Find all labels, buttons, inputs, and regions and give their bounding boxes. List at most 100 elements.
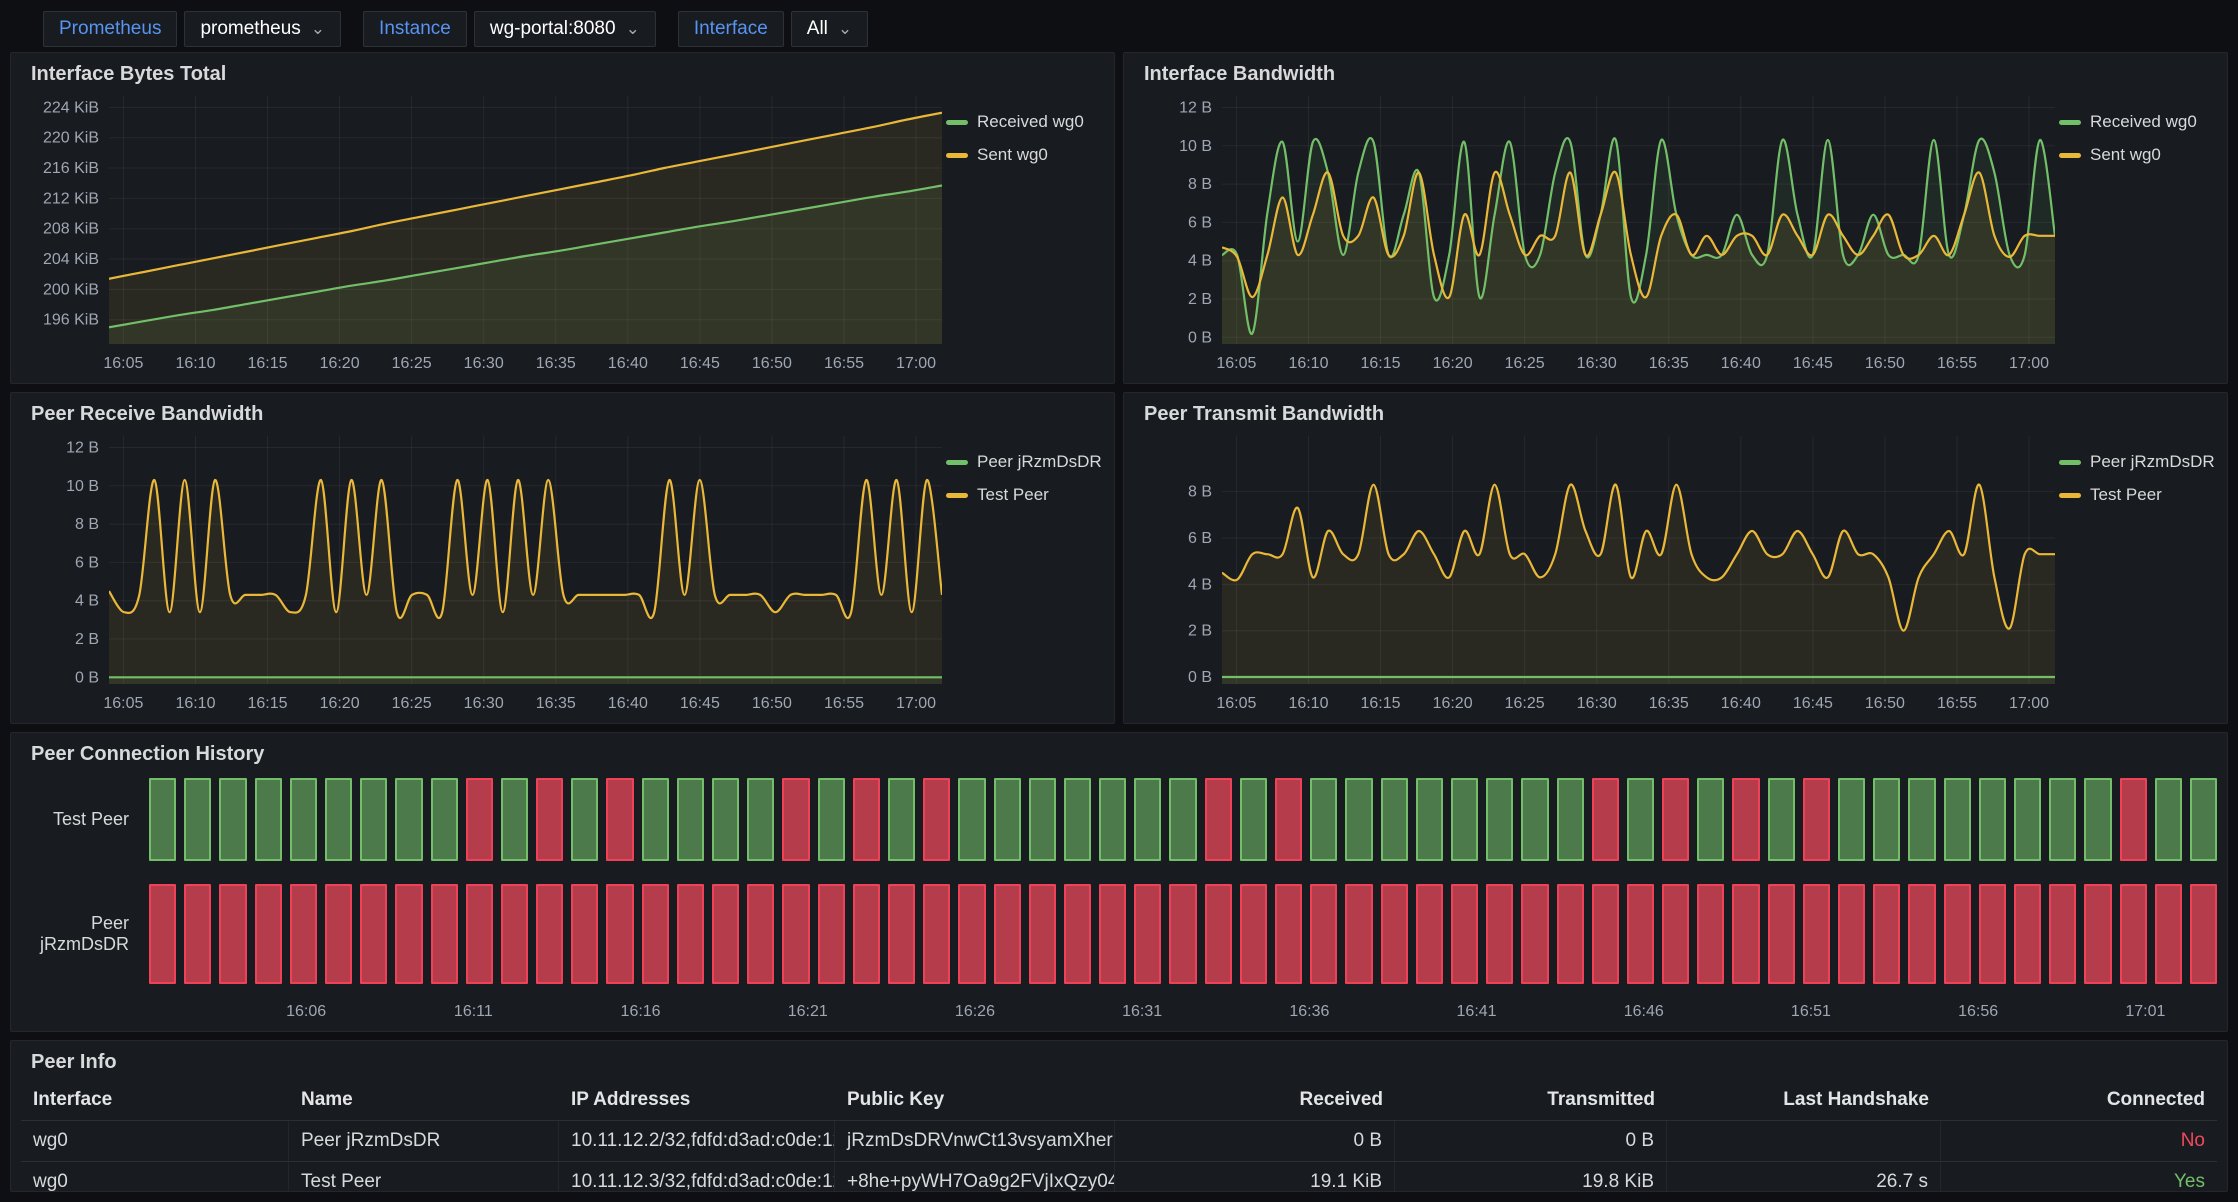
status-bar-disconnected[interactable] xyxy=(1205,884,1232,984)
status-bar-disconnected[interactable] xyxy=(1908,884,1935,984)
status-bar-connected[interactable] xyxy=(2049,778,2076,861)
legend-item-sent-wg0[interactable]: Sent wg0 xyxy=(946,145,1104,165)
legend-item-peer-jrzmdsdr[interactable]: Peer jRzmDsDR xyxy=(946,452,1104,472)
status-bar-disconnected[interactable] xyxy=(2014,884,2041,984)
status-bar-disconnected[interactable] xyxy=(1275,778,1302,861)
var-select-prometheus[interactable]: prometheus ⌄ xyxy=(184,11,341,47)
status-bar-connected[interactable] xyxy=(1697,778,1724,861)
status-bar-disconnected[interactable] xyxy=(255,884,282,984)
status-bar-connected[interactable] xyxy=(2155,778,2182,861)
legend-item-received-wg0[interactable]: Received wg0 xyxy=(946,112,1104,132)
status-bar-connected[interactable] xyxy=(290,778,317,861)
status-bar-connected[interactable] xyxy=(2014,778,2041,861)
status-bar-connected[interactable] xyxy=(501,778,528,861)
status-bar-connected[interactable] xyxy=(1873,778,1900,861)
status-bar-disconnected[interactable] xyxy=(888,884,915,984)
status-bar-connected[interactable] xyxy=(149,778,176,861)
status-bar-disconnected[interactable] xyxy=(290,884,317,984)
status-bar-disconnected[interactable] xyxy=(466,778,493,861)
status-bar-connected[interactable] xyxy=(712,778,739,861)
status-bar-disconnected[interactable] xyxy=(325,884,352,984)
status-bar-connected[interactable] xyxy=(1979,778,2006,861)
status-bar-disconnected[interactable] xyxy=(1838,884,1865,984)
status-bar-connected[interactable] xyxy=(642,778,669,861)
var-select-interface[interactable]: All ⌄ xyxy=(791,11,868,47)
status-bar-disconnected[interactable] xyxy=(184,884,211,984)
panel-title[interactable]: Peer Transmit Bandwidth xyxy=(1134,399,2217,428)
status-bar-connected[interactable] xyxy=(1099,778,1126,861)
status-bar-connected[interactable] xyxy=(1627,778,1654,861)
status-bar-disconnected[interactable] xyxy=(1803,884,1830,984)
status-bar-connected[interactable] xyxy=(219,778,246,861)
time-series-chart[interactable]: 16:0516:1016:1516:2016:2516:3016:3516:40… xyxy=(1134,88,2059,376)
status-bar-disconnected[interactable] xyxy=(1732,778,1759,861)
status-bar-connected[interactable] xyxy=(994,778,1021,861)
status-bar-disconnected[interactable] xyxy=(501,884,528,984)
panel-title[interactable]: Peer Receive Bandwidth xyxy=(21,399,1104,428)
status-bar-connected[interactable] xyxy=(958,778,985,861)
status-bar-disconnected[interactable] xyxy=(1627,884,1654,984)
panel-title[interactable]: Peer Connection History xyxy=(21,739,2217,768)
status-bar-connected[interactable] xyxy=(431,778,458,861)
status-bar-disconnected[interactable] xyxy=(994,884,1021,984)
status-bar-disconnected[interactable] xyxy=(1697,884,1724,984)
panel-title[interactable]: Interface Bytes Total xyxy=(21,59,1104,88)
status-bar-disconnected[interactable] xyxy=(536,778,563,861)
status-bar-disconnected[interactable] xyxy=(1873,884,1900,984)
status-bar-disconnected[interactable] xyxy=(1029,884,1056,984)
column-header-received[interactable]: Received xyxy=(1115,1080,1395,1120)
status-bar-disconnected[interactable] xyxy=(606,884,633,984)
column-header-public-key[interactable]: Public Key xyxy=(835,1080,1115,1120)
status-bar-disconnected[interactable] xyxy=(1662,884,1689,984)
status-bar-connected[interactable] xyxy=(1134,778,1161,861)
status-bar-disconnected[interactable] xyxy=(1205,778,1232,861)
status-bar-disconnected[interactable] xyxy=(2120,884,2147,984)
legend-item-test-peer[interactable]: Test Peer xyxy=(2059,485,2217,505)
status-bar-connected[interactable] xyxy=(1521,778,1548,861)
time-series-chart[interactable]: 16:0516:1016:1516:2016:2516:3016:3516:40… xyxy=(1134,428,2059,716)
time-series-chart[interactable]: 16:0516:1016:1516:2016:2516:3016:3516:40… xyxy=(21,88,946,376)
status-bar-connected[interactable] xyxy=(1451,778,1478,861)
status-bar-connected[interactable] xyxy=(184,778,211,861)
status-bar-disconnected[interactable] xyxy=(853,778,880,861)
status-bar-connected[interactable] xyxy=(395,778,422,861)
status-bar-connected[interactable] xyxy=(1345,778,1372,861)
status-bar-disconnected[interactable] xyxy=(1557,884,1584,984)
status-bar-disconnected[interactable] xyxy=(360,884,387,984)
status-bar-disconnected[interactable] xyxy=(923,778,950,861)
status-bar-connected[interactable] xyxy=(1908,778,1935,861)
status-bar-disconnected[interactable] xyxy=(1381,884,1408,984)
legend-item-sent-wg0[interactable]: Sent wg0 xyxy=(2059,145,2217,165)
status-bar-connected[interactable] xyxy=(360,778,387,861)
status-bar-disconnected[interactable] xyxy=(2049,884,2076,984)
status-bar-connected[interactable] xyxy=(571,778,598,861)
status-bar-connected[interactable] xyxy=(677,778,704,861)
status-bar-disconnected[interactable] xyxy=(782,884,809,984)
status-bar-connected[interactable] xyxy=(2190,778,2217,861)
column-header-interface[interactable]: Interface xyxy=(21,1080,289,1120)
status-bar-connected[interactable] xyxy=(1768,778,1795,861)
status-bar-disconnected[interactable] xyxy=(1099,884,1126,984)
legend-item-test-peer[interactable]: Test Peer xyxy=(946,485,1104,505)
status-bar-connected[interactable] xyxy=(1486,778,1513,861)
status-bar-connected[interactable] xyxy=(1310,778,1337,861)
status-bar-disconnected[interactable] xyxy=(1345,884,1372,984)
var-select-instance[interactable]: wg-portal:8080 ⌄ xyxy=(474,11,656,47)
status-bar-disconnected[interactable] xyxy=(1451,884,1478,984)
status-bar-connected[interactable] xyxy=(1416,778,1443,861)
panel-title[interactable]: Peer Info xyxy=(21,1047,2217,1076)
status-bar-disconnected[interactable] xyxy=(1275,884,1302,984)
status-bar-disconnected[interactable] xyxy=(1592,884,1619,984)
status-bar-disconnected[interactable] xyxy=(677,884,704,984)
status-bar-disconnected[interactable] xyxy=(606,778,633,861)
status-bar-disconnected[interactable] xyxy=(536,884,563,984)
status-bar-disconnected[interactable] xyxy=(818,884,845,984)
status-bar-disconnected[interactable] xyxy=(1169,884,1196,984)
status-bar-disconnected[interactable] xyxy=(466,884,493,984)
status-bar-disconnected[interactable] xyxy=(1768,884,1795,984)
status-bar-connected[interactable] xyxy=(1944,778,1971,861)
status-bar-connected[interactable] xyxy=(1381,778,1408,861)
status-bar-connected[interactable] xyxy=(888,778,915,861)
status-bar-disconnected[interactable] xyxy=(1944,884,1971,984)
status-bar-disconnected[interactable] xyxy=(1521,884,1548,984)
